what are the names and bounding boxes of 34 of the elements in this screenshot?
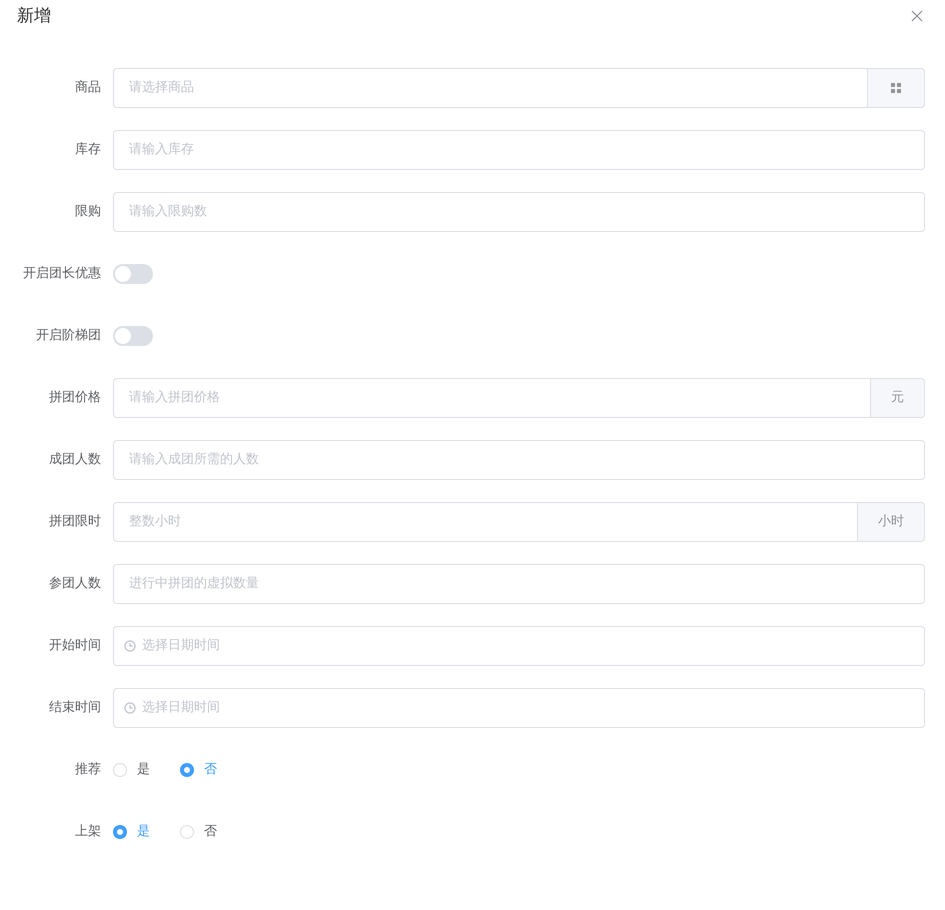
input-field[interactable]: 请输入成团所需的人数 — [113, 440, 925, 480]
field-label: 开启阶梯团 — [35, 326, 102, 345]
toggle-switch[interactable] — [113, 264, 153, 284]
field-label: 拼团限时 — [48, 512, 102, 531]
field-label: 成团人数 — [48, 450, 102, 469]
close-icon[interactable] — [911, 10, 925, 24]
radio-option[interactable]: 否 — [180, 822, 217, 842]
field-label: 结束时间 — [48, 698, 102, 717]
unit-addon: 小时 — [858, 502, 925, 542]
field-label: 商品 — [74, 78, 102, 97]
unit-addon: 元 — [871, 378, 925, 418]
field-label: 推荐 — [74, 760, 102, 779]
input-field[interactable]: 选择日期时间 — [113, 626, 925, 666]
grid-icon — [890, 82, 902, 94]
field-label: 限购 — [74, 202, 102, 221]
field-label: 参团人数 — [48, 574, 102, 593]
input-field[interactable]: 请选择商品 — [113, 68, 868, 108]
clock-icon — [124, 640, 136, 652]
radio-option[interactable]: 是 — [113, 760, 150, 780]
field-label: 开始时间 — [48, 636, 102, 655]
input-field[interactable]: 整数小时 — [113, 502, 858, 542]
input-field[interactable]: 请输入库存 — [113, 130, 925, 170]
field-label: 上架 — [74, 822, 102, 841]
toggle-switch[interactable] — [113, 326, 153, 346]
input-field[interactable]: 进行中拼团的虚拟数量 — [113, 564, 925, 604]
input-field[interactable]: 选择日期时间 — [113, 688, 925, 728]
dialog-title: 新增 — [17, 5, 51, 28]
clock-icon — [124, 702, 136, 714]
field-label: 拼团价格 — [48, 388, 102, 407]
grid-button[interactable] — [868, 68, 925, 108]
field-label: 开启团长优惠 — [22, 264, 102, 283]
input-field[interactable]: 请输入拼团价格 — [113, 378, 871, 418]
input-field[interactable]: 请输入限购数 — [113, 192, 925, 232]
field-label: 库存 — [74, 140, 102, 159]
